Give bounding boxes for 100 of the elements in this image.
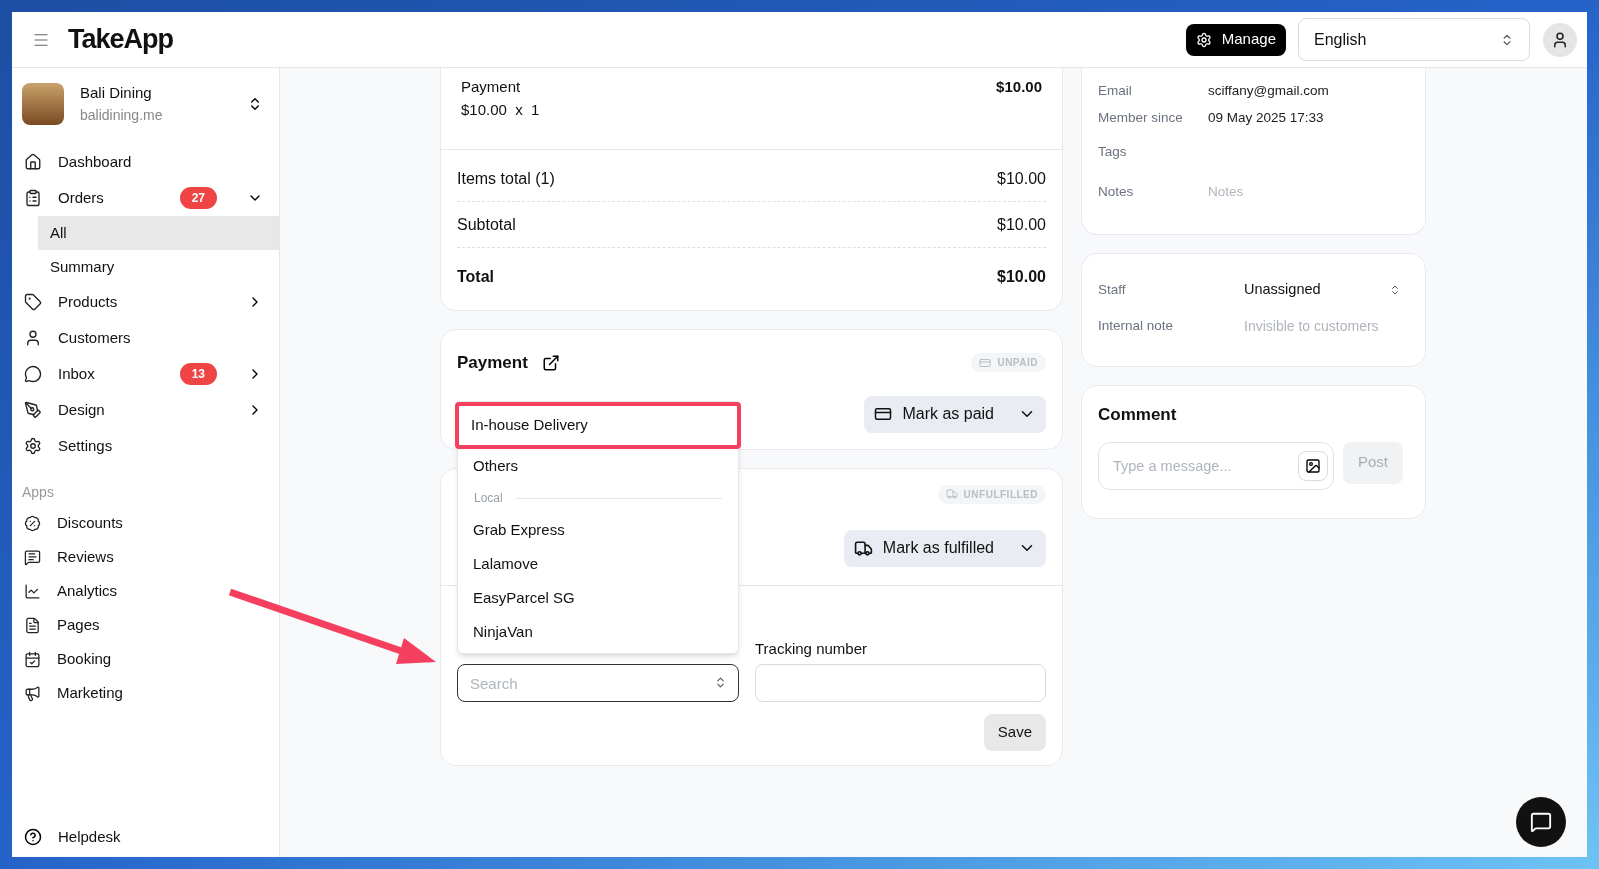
photo-placeholder	[22, 83, 64, 125]
external-link-icon[interactable]	[541, 353, 560, 372]
list-icon	[24, 189, 42, 207]
message-icon	[24, 548, 41, 566]
count-badge: 13	[179, 363, 217, 385]
courier-option[interactable]: Others	[458, 449, 738, 483]
notes-field[interactable]: Notes	[1208, 181, 1388, 203]
sub-nav-item[interactable]: All	[38, 216, 279, 250]
language-select[interactable]: English	[1298, 18, 1530, 61]
nav-label: Orders	[58, 187, 105, 208]
courier-field[interactable]: Search	[457, 664, 739, 702]
item-amount: $10.00	[996, 77, 1042, 97]
nav-item[interactable]: Dashboard	[12, 144, 279, 180]
store-name: Bali Dining	[80, 83, 153, 104]
section-title: Comment	[1098, 405, 1177, 424]
house-icon	[24, 153, 42, 171]
settings-icon	[24, 437, 42, 455]
nav-label: Helpdesk	[58, 826, 121, 847]
avatar[interactable]	[1543, 22, 1577, 57]
chat-icon	[1530, 811, 1552, 833]
store-domain: balidining.me	[80, 105, 164, 125]
tracking-number-field[interactable]	[755, 664, 1046, 702]
section-heading: Apps	[21, 483, 55, 502]
sub-nav-item[interactable]: Summary	[38, 250, 279, 284]
status-badge: UNPAID	[971, 353, 1046, 373]
mark-paid-button[interactable]: Mark as paid	[864, 395, 1046, 433]
courier-option[interactable]: NinjaVan	[458, 615, 738, 649]
total-value: $10.00	[997, 168, 1046, 189]
nav-item[interactable]: Analytics	[12, 574, 279, 608]
nav-label: Settings	[58, 435, 114, 456]
megaphone-icon	[24, 684, 41, 702]
courier-option[interactable]: Lalamove	[458, 547, 738, 581]
staff-select[interactable]: Unassigned	[1244, 279, 1409, 301]
courier-option[interactable]: In-house Delivery	[455, 402, 741, 449]
nav-item[interactable]: Reviews	[12, 540, 279, 574]
person-icon	[24, 329, 42, 347]
nav-label: Reviews	[57, 546, 114, 567]
line-chart-icon	[24, 582, 41, 600]
nav-item[interactable]: Customers	[12, 320, 279, 356]
nav-item[interactable]: Orders 27	[12, 180, 279, 216]
save-button[interactable]: Save	[983, 714, 1046, 751]
discount-badge-icon	[24, 514, 41, 532]
field-label: Member since	[1098, 109, 1184, 128]
nav-item[interactable]: Inbox 13	[12, 356, 279, 392]
field-label: Internal note	[1098, 316, 1175, 335]
nav-label: Analytics	[57, 580, 118, 601]
tag-icon	[24, 293, 42, 311]
card-icon	[874, 405, 893, 423]
nav-label: Products	[58, 291, 119, 312]
nav-item[interactable]: Helpdesk	[12, 819, 279, 855]
field-label: Email	[1098, 82, 1133, 101]
person-icon	[1551, 30, 1569, 49]
nav-item[interactable]: Discounts	[12, 506, 279, 540]
nav-label: Dashboard	[58, 151, 133, 172]
document-icon	[24, 616, 41, 634]
field-label: Staff	[1098, 280, 1127, 299]
updown-icon	[1389, 284, 1401, 296]
nav-item[interactable]: Settings	[12, 428, 279, 464]
field-label: Tracking number	[755, 638, 868, 659]
chat-bubble-icon	[24, 365, 42, 383]
pen-icon	[24, 401, 42, 419]
truck-icon	[853, 538, 873, 558]
section-title: Payment	[457, 352, 528, 374]
courier-option[interactable]: EasyParcel SG	[458, 581, 738, 615]
internal-note-field[interactable]: Invisible to customers	[1244, 315, 1409, 337]
image-icon	[1305, 457, 1321, 474]
nav-item[interactable]: Design	[12, 392, 279, 428]
nav-item[interactable]: Booking	[12, 642, 279, 676]
item-name: Payment	[461, 77, 522, 97]
nav-label: Customers	[58, 327, 132, 348]
nav-label: Marketing	[57, 682, 123, 703]
total-value: $10.00	[997, 214, 1046, 235]
field-value: 09 May 2025 17:33	[1208, 109, 1324, 128]
total-value: $10.00	[997, 267, 1046, 287]
logo: TakeApp	[68, 23, 174, 57]
nav-item[interactable]: Pages	[12, 608, 279, 642]
settings-icon	[1195, 31, 1212, 48]
image-upload-button[interactable]	[1298, 450, 1328, 481]
courier-option[interactable]: Grab Express	[458, 513, 738, 547]
card-icon	[979, 356, 992, 369]
field-label: Notes	[1098, 182, 1135, 201]
mark-fulfilled-button[interactable]: Mark as fulfilled	[843, 529, 1046, 567]
total-label: Total	[457, 267, 495, 287]
message-field[interactable]: Type a message...	[1098, 441, 1334, 490]
field-label: Tags	[1098, 142, 1128, 161]
help-icon	[24, 828, 42, 846]
nav-label: Discounts	[57, 512, 123, 533]
nav-item[interactable]: Products	[12, 284, 279, 320]
field-value: sciffany@gmail.com	[1208, 82, 1329, 101]
status-badge: UNFULFILLED	[937, 484, 1046, 504]
updown-icon	[714, 676, 727, 689]
manage-button[interactable]: Manage	[1185, 23, 1286, 56]
nav-label: Design	[58, 399, 106, 420]
nav-item[interactable]: Marketing	[12, 676, 279, 710]
count-badge: 27	[179, 187, 217, 209]
nav-label: Pages	[57, 614, 100, 635]
group-heading: Local	[474, 490, 503, 507]
item-price: $10.00 x 1	[461, 99, 540, 120]
truck-icon	[945, 488, 958, 500]
nav-label: Inbox	[58, 363, 96, 384]
